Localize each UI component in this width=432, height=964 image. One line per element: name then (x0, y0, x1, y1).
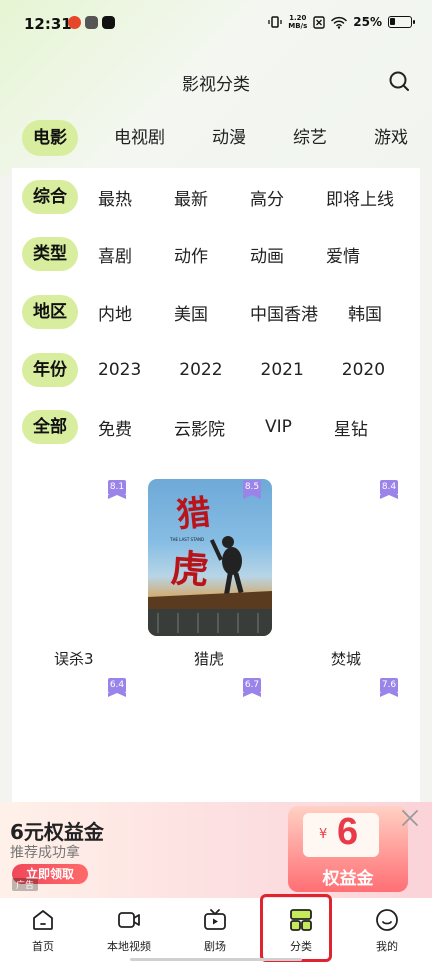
nav-label: 剧场 (204, 940, 226, 953)
tab-tv-series[interactable]: 电视剧 (103, 120, 176, 156)
movie-poster[interactable]: 猎 虎 THE LAST STAND (148, 479, 272, 636)
nav-home[interactable]: 首页 (0, 898, 86, 964)
nav-category[interactable]: 分类 (258, 898, 344, 964)
ad-tag: 广告 (12, 878, 39, 891)
filter-option-korea[interactable]: 韩国 (348, 300, 382, 325)
nav-label: 分类 (290, 940, 312, 953)
tab-variety[interactable]: 综艺 (282, 120, 338, 156)
filter-option-2021[interactable]: 2021 (261, 360, 304, 380)
wifi-icon (331, 16, 348, 29)
filter-label-all[interactable]: 全部 (22, 410, 78, 444)
filter-row-sort: 综合 最热 最新 高分 即将上线 (22, 180, 420, 214)
ad-coupon[interactable]: ¥ 6 权益金 (288, 806, 408, 892)
battery-icon (388, 16, 415, 28)
search-icon[interactable] (388, 70, 410, 92)
movie-title[interactable]: 误杀3 (54, 648, 94, 669)
filter-option-vip[interactable]: VIP (265, 417, 292, 437)
rating-badge: 8.5 (243, 480, 261, 499)
nav-label: 首页 (32, 940, 54, 953)
coupon-face: ¥ 6 (303, 811, 379, 857)
filter-option-star-diamond[interactable]: 星钻 (334, 415, 368, 440)
local-video-icon (118, 912, 140, 928)
rating-badge: 8.4 (380, 480, 398, 499)
movie-title[interactable]: 猎虎 (194, 648, 224, 669)
tiktok-icon (102, 16, 115, 29)
sim-off-icon (313, 15, 325, 29)
svg-text:THE LAST STAND: THE LAST STAND (169, 537, 204, 542)
filter-option-comedy[interactable]: 喜剧 (98, 242, 132, 267)
status-time: 12:31 (24, 15, 72, 33)
filter-option-free[interactable]: 免费 (98, 415, 132, 440)
weibo-icon (68, 16, 81, 29)
filter-row-region: 地区 内地 美国 中国香港 韩国 (22, 295, 420, 329)
home-indicator[interactable] (130, 958, 302, 961)
app-icon (85, 16, 98, 29)
page-title: 影视分类 (182, 75, 250, 95)
filter-option-newest[interactable]: 最新 (174, 185, 208, 210)
main-category-tabs: 电影 电视剧 动漫 综艺 游戏 (22, 120, 432, 156)
vibrate-icon (268, 16, 282, 28)
filter-option-usa[interactable]: 美国 (174, 300, 208, 325)
coupon-currency: ¥ (319, 827, 328, 842)
filter-option-coming-soon[interactable]: 即将上线 (326, 185, 394, 210)
tv-icon (204, 909, 226, 930)
filter-row-year: 年份 2023 2022 2021 2020 (22, 353, 420, 387)
filter-label-year[interactable]: 年份 (22, 353, 78, 387)
home-icon (33, 910, 53, 930)
nav-label: 我的 (376, 940, 398, 953)
poster-art: 猎 虎 THE LAST STAND (148, 493, 272, 636)
tab-movie[interactable]: 电影 (22, 120, 78, 156)
coupon-label: 权益金 (322, 869, 374, 889)
tab-games[interactable]: 游戏 (363, 120, 419, 156)
filter-option-mainland[interactable]: 内地 (98, 300, 132, 325)
filter-row-pay-type: 全部 免费 云影院 VIP 星钻 (22, 410, 420, 444)
filter-option-hong-kong[interactable]: 中国香港 (250, 300, 318, 325)
rating-badge: 7.6 (380, 678, 398, 697)
filter-option-action[interactable]: 动作 (174, 242, 208, 267)
filter-label-genre[interactable]: 类型 (22, 237, 78, 271)
rating-badge: 6.7 (243, 678, 261, 697)
battery-percent: 25% (353, 15, 382, 29)
status-bar: 12:31 1.20 MB/s 25% (0, 0, 432, 48)
rating-badge: 6.4 (108, 678, 126, 697)
filter-row-genre: 类型 喜剧 动作 动画 爱情 (22, 237, 420, 271)
nav-theater[interactable]: 剧场 (172, 898, 258, 964)
nav-local-video[interactable]: 本地视频 (86, 898, 172, 964)
filter-option-hottest[interactable]: 最热 (98, 185, 132, 210)
ad-banner[interactable]: 6元权益金 推荐成功拿 立即领取 广告 ¥ 6 权益金 (0, 802, 432, 898)
movie-title[interactable]: 焚城 (331, 648, 361, 669)
svg-text:猎: 猎 (175, 493, 213, 536)
status-indicators: 1.20 MB/s 25% (268, 14, 415, 30)
filter-option-2022[interactable]: 2022 (179, 360, 222, 380)
profile-icon (376, 909, 398, 931)
bottom-navigation: 首页 本地视频 剧场 分类 我的 (0, 898, 432, 964)
nav-profile[interactable]: 我的 (344, 898, 430, 964)
filter-option-2023[interactable]: 2023 (98, 360, 141, 380)
close-icon[interactable] (400, 808, 420, 828)
network-speed: 1.20 MB/s (288, 14, 308, 30)
filter-label-sort[interactable]: 综合 (22, 180, 78, 214)
tab-anime[interactable]: 动漫 (201, 120, 257, 156)
notification-icons (68, 16, 115, 29)
filter-label-region[interactable]: 地区 (22, 295, 78, 329)
filter-option-romance[interactable]: 爱情 (326, 242, 360, 267)
filter-option-2020[interactable]: 2020 (342, 360, 385, 380)
filter-option-top-rated[interactable]: 高分 (250, 185, 284, 210)
filter-option-animation[interactable]: 动画 (250, 242, 284, 267)
nav-label: 本地视频 (107, 940, 151, 953)
rating-badge: 8.1 (108, 480, 126, 499)
ad-title: 6元权益金 (10, 820, 104, 844)
svg-text:虎: 虎 (169, 545, 210, 593)
filter-option-cloud-cinema[interactable]: 云影院 (174, 415, 225, 440)
filter-content-panel: 综合 最热 最新 高分 即将上线 类型 喜剧 动作 动画 爱情 地区 内地 美国… (12, 168, 420, 808)
ad-subtitle: 推荐成功拿 (10, 845, 80, 861)
category-icon (290, 909, 312, 931)
coupon-amount: 6 (337, 811, 359, 853)
